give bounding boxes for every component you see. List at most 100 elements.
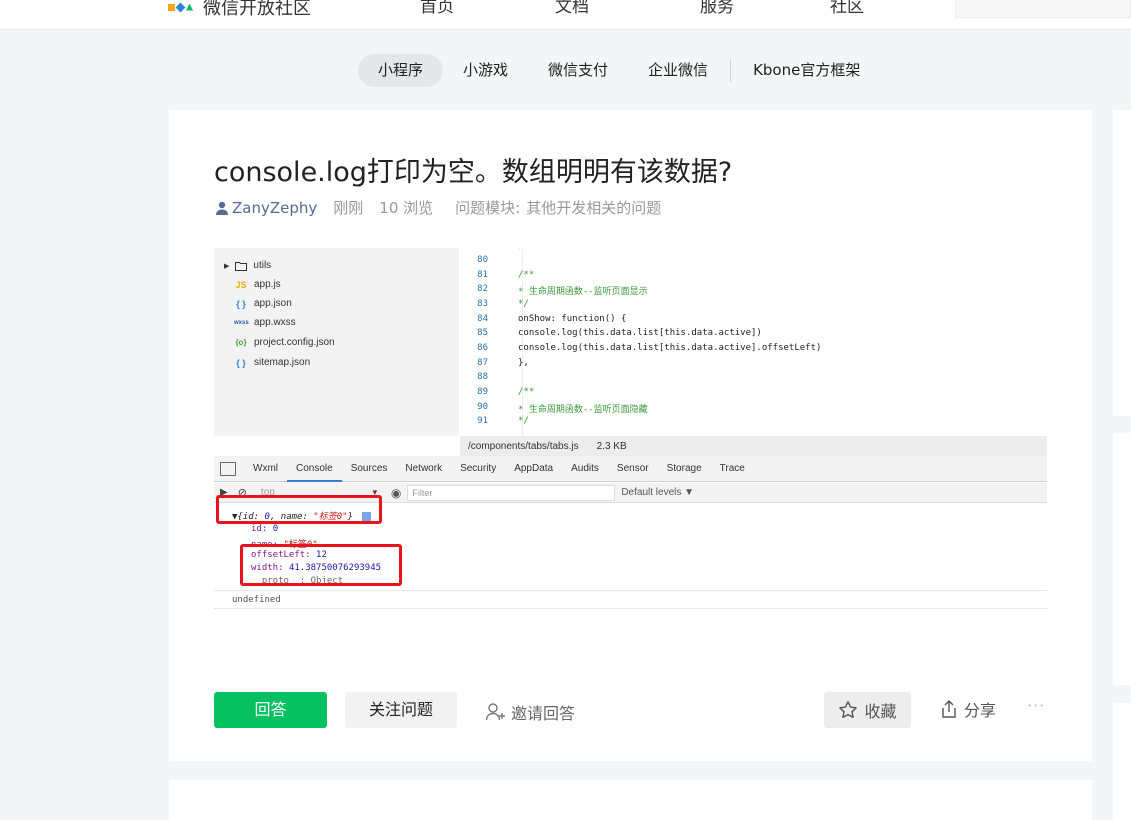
logo-icon bbox=[168, 2, 193, 12]
json-file-icon: { } bbox=[236, 357, 246, 368]
more-options-icon[interactable]: ··· bbox=[1027, 696, 1045, 715]
console-prop: id: 0 bbox=[251, 524, 279, 534]
file-tree-label: app.wxss bbox=[254, 317, 296, 328]
highlight-box bbox=[216, 495, 382, 524]
nav-item-home[interactable]: 首页 bbox=[420, 0, 454, 17]
code-line: 90 * 生命周期函数--监听页面隐藏 bbox=[477, 402, 648, 415]
code-line: 89/** bbox=[477, 387, 535, 397]
file-tree-item: ▶ utils bbox=[224, 260, 271, 271]
console-undefined: undefined bbox=[232, 595, 281, 605]
invite-answer-button[interactable]: 邀请回答 bbox=[485, 700, 575, 724]
code-line: 87}, bbox=[477, 358, 529, 368]
question-meta: ZanyZephy 刚刚 10 浏览 问题模块: 其他开发相关的问题 bbox=[214, 197, 661, 218]
tab-wechat-pay[interactable]: 微信支付 bbox=[528, 54, 628, 87]
devtools-tabs: Wxml Console Sources Network Security Ap… bbox=[214, 456, 1047, 482]
add-user-icon bbox=[485, 703, 505, 721]
nav-item-docs[interactable]: 文档 bbox=[555, 0, 589, 17]
highlight-box bbox=[240, 544, 402, 586]
invite-label: 邀请回答 bbox=[511, 704, 576, 723]
file-tree-label: app.js bbox=[254, 279, 281, 290]
code-line: 79}, bbox=[460, 248, 529, 255]
file-tree-label: app.json bbox=[254, 298, 292, 309]
answer-button[interactable]: 回答 bbox=[214, 692, 327, 728]
file-path: /components/tabs/tabs.js bbox=[468, 440, 579, 452]
code-line: 82 * 生命周期函数--监听页面显示 bbox=[477, 284, 648, 297]
file-tree-panel: ▶ utils JS app.js { } app.json wxss app.… bbox=[214, 248, 459, 436]
file-tree-item: {o} project.config.json bbox=[234, 337, 335, 348]
top-navigation-bar: 微信开放社区 首页 文档 服务 社区 bbox=[0, 0, 1131, 30]
code-line: 91 */ bbox=[477, 416, 529, 426]
sidebar-panel bbox=[1113, 110, 1131, 416]
file-tree-label: sitemap.json bbox=[254, 357, 311, 368]
devtab-security[interactable]: Security bbox=[451, 456, 505, 482]
console-output: ▼{id: 0, name: "标签0"} id: 0 name: "标签0" … bbox=[214, 495, 1047, 610]
answers-card bbox=[169, 780, 1092, 820]
file-tree-label: utils bbox=[253, 260, 272, 271]
devtab-sources[interactable]: Sources bbox=[342, 456, 397, 482]
site-logo[interactable]: 微信开放社区 bbox=[168, 0, 311, 20]
author-link[interactable]: ZanyZephy bbox=[214, 199, 317, 217]
category-tabs: 小程序 小游戏 微信支付 企业微信 Kbone官方框架 bbox=[358, 54, 880, 87]
devtab-storage[interactable]: Storage bbox=[658, 456, 711, 482]
devtab-wxml[interactable]: Wxml bbox=[244, 456, 287, 482]
editor-status-bar: /components/tabs/tabs.js 2.3 KB bbox=[460, 436, 1047, 456]
folder-icon bbox=[235, 261, 248, 271]
question-card: console.log打印为空。数组明明有该数据? ZanyZephy 刚刚 1… bbox=[169, 110, 1092, 761]
devtab-network[interactable]: Network bbox=[396, 456, 451, 482]
console-separator bbox=[214, 608, 1047, 609]
follow-question-button[interactable]: 关注问题 bbox=[345, 692, 457, 728]
devtab-audits[interactable]: Audits bbox=[562, 456, 608, 482]
nav-item-community[interactable]: 社区 bbox=[830, 0, 864, 17]
tab-divider bbox=[730, 59, 732, 82]
star-icon bbox=[839, 701, 858, 719]
code-line: 84 onShow: function() { bbox=[477, 314, 627, 324]
json-file-icon: { } bbox=[236, 298, 246, 309]
question-screenshot[interactable]: ▶ utils JS app.js { } app.json wxss app.… bbox=[214, 248, 1047, 610]
code-line: 88 bbox=[477, 372, 488, 382]
share-button[interactable]: 分享 bbox=[940, 697, 996, 721]
code-line: 83 */ bbox=[477, 299, 529, 309]
tab-minigame[interactable]: 小游戏 bbox=[443, 54, 528, 87]
file-tree-label: project.config.json bbox=[254, 337, 335, 348]
sidebar-panel bbox=[1113, 433, 1131, 685]
question-title: console.log打印为空。数组明明有该数据? bbox=[214, 157, 733, 188]
file-tree-item: wxss app.wxss bbox=[234, 317, 296, 328]
tab-miniprogram[interactable]: 小程序 bbox=[358, 54, 444, 87]
wxss-file-icon: wxss bbox=[234, 319, 249, 326]
config-file-icon: {o} bbox=[235, 338, 247, 347]
devtab-trace[interactable]: Trace bbox=[711, 456, 754, 482]
code-line: 85 console.log(this.data.list[this.data.… bbox=[477, 328, 762, 338]
module-link[interactable]: 其他开发相关的问题 bbox=[526, 197, 661, 218]
console-filter-input[interactable]: Filter bbox=[407, 484, 616, 501]
code-line: 81/** bbox=[477, 270, 535, 280]
view-count: 10 浏览 bbox=[379, 199, 434, 217]
file-size: 2.3 KB bbox=[596, 440, 627, 452]
devtab-appdata[interactable]: AppData bbox=[505, 456, 562, 482]
nav-item-services[interactable]: 服务 bbox=[700, 0, 734, 17]
inspect-icon[interactable] bbox=[220, 461, 236, 476]
share-label: 分享 bbox=[964, 701, 997, 720]
post-time: 刚刚 bbox=[333, 199, 364, 217]
code-editor: 79}, 80 81/** 82 * 生命周期函数--监听页面显示 83 */ … bbox=[460, 248, 1047, 436]
devtab-console[interactable]: Console bbox=[287, 456, 342, 482]
log-levels-select[interactable]: Default levels ▼ bbox=[621, 487, 694, 498]
js-file-icon: JS bbox=[235, 279, 247, 290]
code-line: 86 console.log(this.data.list[this.data.… bbox=[477, 343, 822, 353]
triangle-right-icon: ▶ bbox=[224, 262, 230, 270]
author-name: ZanyZephy bbox=[232, 198, 318, 217]
site-title: 微信开放社区 bbox=[203, 0, 311, 19]
devtab-sensor[interactable]: Sensor bbox=[608, 456, 658, 482]
sidebar-panel bbox=[1113, 703, 1131, 820]
module-label: 问题模块: bbox=[455, 199, 521, 217]
collect-button[interactable]: 收藏 bbox=[824, 692, 911, 728]
share-icon bbox=[942, 700, 956, 718]
eye-icon[interactable]: ◉ bbox=[391, 486, 401, 500]
console-separator bbox=[214, 590, 1047, 591]
tab-kbone[interactable]: Kbone官方框架 bbox=[733, 54, 880, 87]
file-tree-item: { } sitemap.json bbox=[234, 357, 310, 368]
top-search-box[interactable] bbox=[955, 0, 1131, 18]
collect-label: 收藏 bbox=[864, 702, 897, 721]
tab-wecom[interactable]: 企业微信 bbox=[628, 54, 728, 87]
file-tree-item: { } app.json bbox=[234, 298, 292, 309]
file-tree-item: JS app.js bbox=[234, 279, 281, 290]
